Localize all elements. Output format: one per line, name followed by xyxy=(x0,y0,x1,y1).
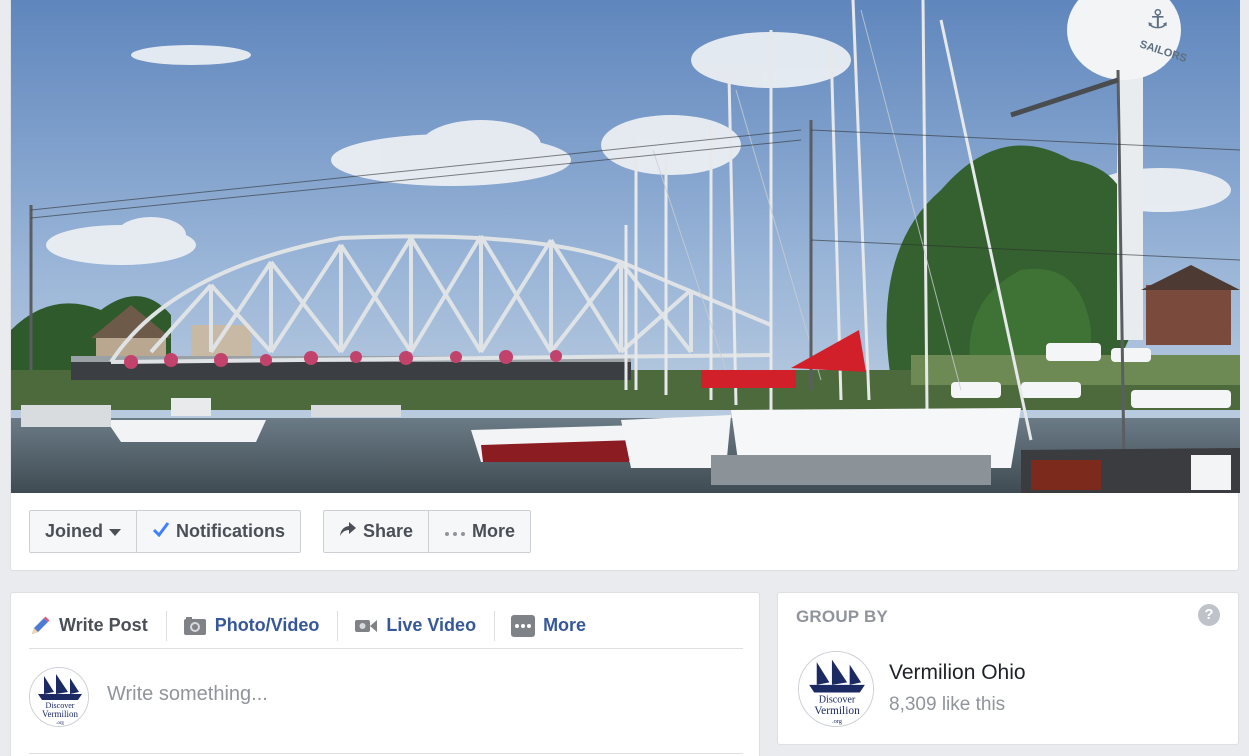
avatar-text: Vermilion xyxy=(814,705,860,717)
tab-divider xyxy=(494,610,496,641)
tab-live-video[interactable]: Live Video xyxy=(354,611,494,641)
tab-divider xyxy=(337,610,339,641)
avatar-text: .org xyxy=(832,718,843,725)
help-icon[interactable]: ? xyxy=(1198,604,1220,626)
cover-photo-image: SAILORS ⚓ xyxy=(11,0,1240,493)
avatar-text: Discover xyxy=(819,695,856,706)
composer-input[interactable]: Write something... xyxy=(107,683,268,706)
chevron-down-icon xyxy=(109,521,122,542)
tab-divider xyxy=(165,610,167,641)
tab-live-video-label: Live Video xyxy=(386,615,477,635)
avatar[interactable]: Discover Vermilion .org xyxy=(29,667,89,727)
post-composer: Write Post Photo/Video Live Video More D… xyxy=(10,592,760,756)
tab-write-post[interactable]: Write Post xyxy=(29,611,166,641)
share-arrow-icon xyxy=(339,521,357,542)
pencil-icon xyxy=(29,615,51,637)
tab-photo-video-label: Photo/Video xyxy=(214,615,320,635)
video-camera-icon xyxy=(354,617,378,635)
page-likes-count: 8,309 like this xyxy=(889,694,1006,715)
avatar-text: Vermilion xyxy=(42,709,78,719)
membership-button-group: Joined Notifications xyxy=(29,510,302,553)
tab-photo-video[interactable]: Photo/Video xyxy=(183,611,338,641)
share-label: Share xyxy=(363,521,414,541)
page-name-link[interactable]: Vermilion Ohio xyxy=(889,661,1026,685)
group-by-card: GROUP BY ? Discover Vermilion .org Vermi… xyxy=(777,592,1239,745)
share-button[interactable]: Share xyxy=(324,511,428,552)
composer-divider xyxy=(29,753,743,754)
more-dots-icon xyxy=(444,521,466,542)
camera-icon xyxy=(183,615,207,637)
share-more-button-group: Share More xyxy=(323,510,532,553)
group-by-title: GROUP BY xyxy=(796,607,888,626)
tab-write-post-label: Write Post xyxy=(59,615,148,635)
joined-label: Joined xyxy=(45,521,104,541)
composer-tabs: Write Post Photo/Video Live Video More xyxy=(29,603,743,649)
cover-photo[interactable]: SAILORS ⚓ xyxy=(11,0,1240,493)
more-label: More xyxy=(472,521,516,541)
tab-more[interactable]: More xyxy=(511,611,604,641)
group-header: SAILORS ⚓ Joined Notifications Share Mor… xyxy=(10,0,1240,571)
avatar-text: .org xyxy=(56,721,64,726)
more-dots-icon xyxy=(511,614,536,637)
anchor-icon: ⚓ xyxy=(1146,5,1169,35)
checkmark-icon xyxy=(152,521,170,542)
joined-button[interactable]: Joined xyxy=(30,511,136,552)
page-avatar[interactable]: Discover Vermilion .org xyxy=(798,651,874,727)
composer-body: Discover Vermilion .org Write something.… xyxy=(29,665,743,735)
more-button[interactable]: More xyxy=(428,511,530,552)
notifications-label: Notifications xyxy=(176,521,286,541)
notifications-button[interactable]: Notifications xyxy=(136,511,300,552)
group-page: SAILORS ⚓ Joined Notifications Share Mor… xyxy=(0,0,1249,756)
tab-more-label: More xyxy=(543,615,587,635)
